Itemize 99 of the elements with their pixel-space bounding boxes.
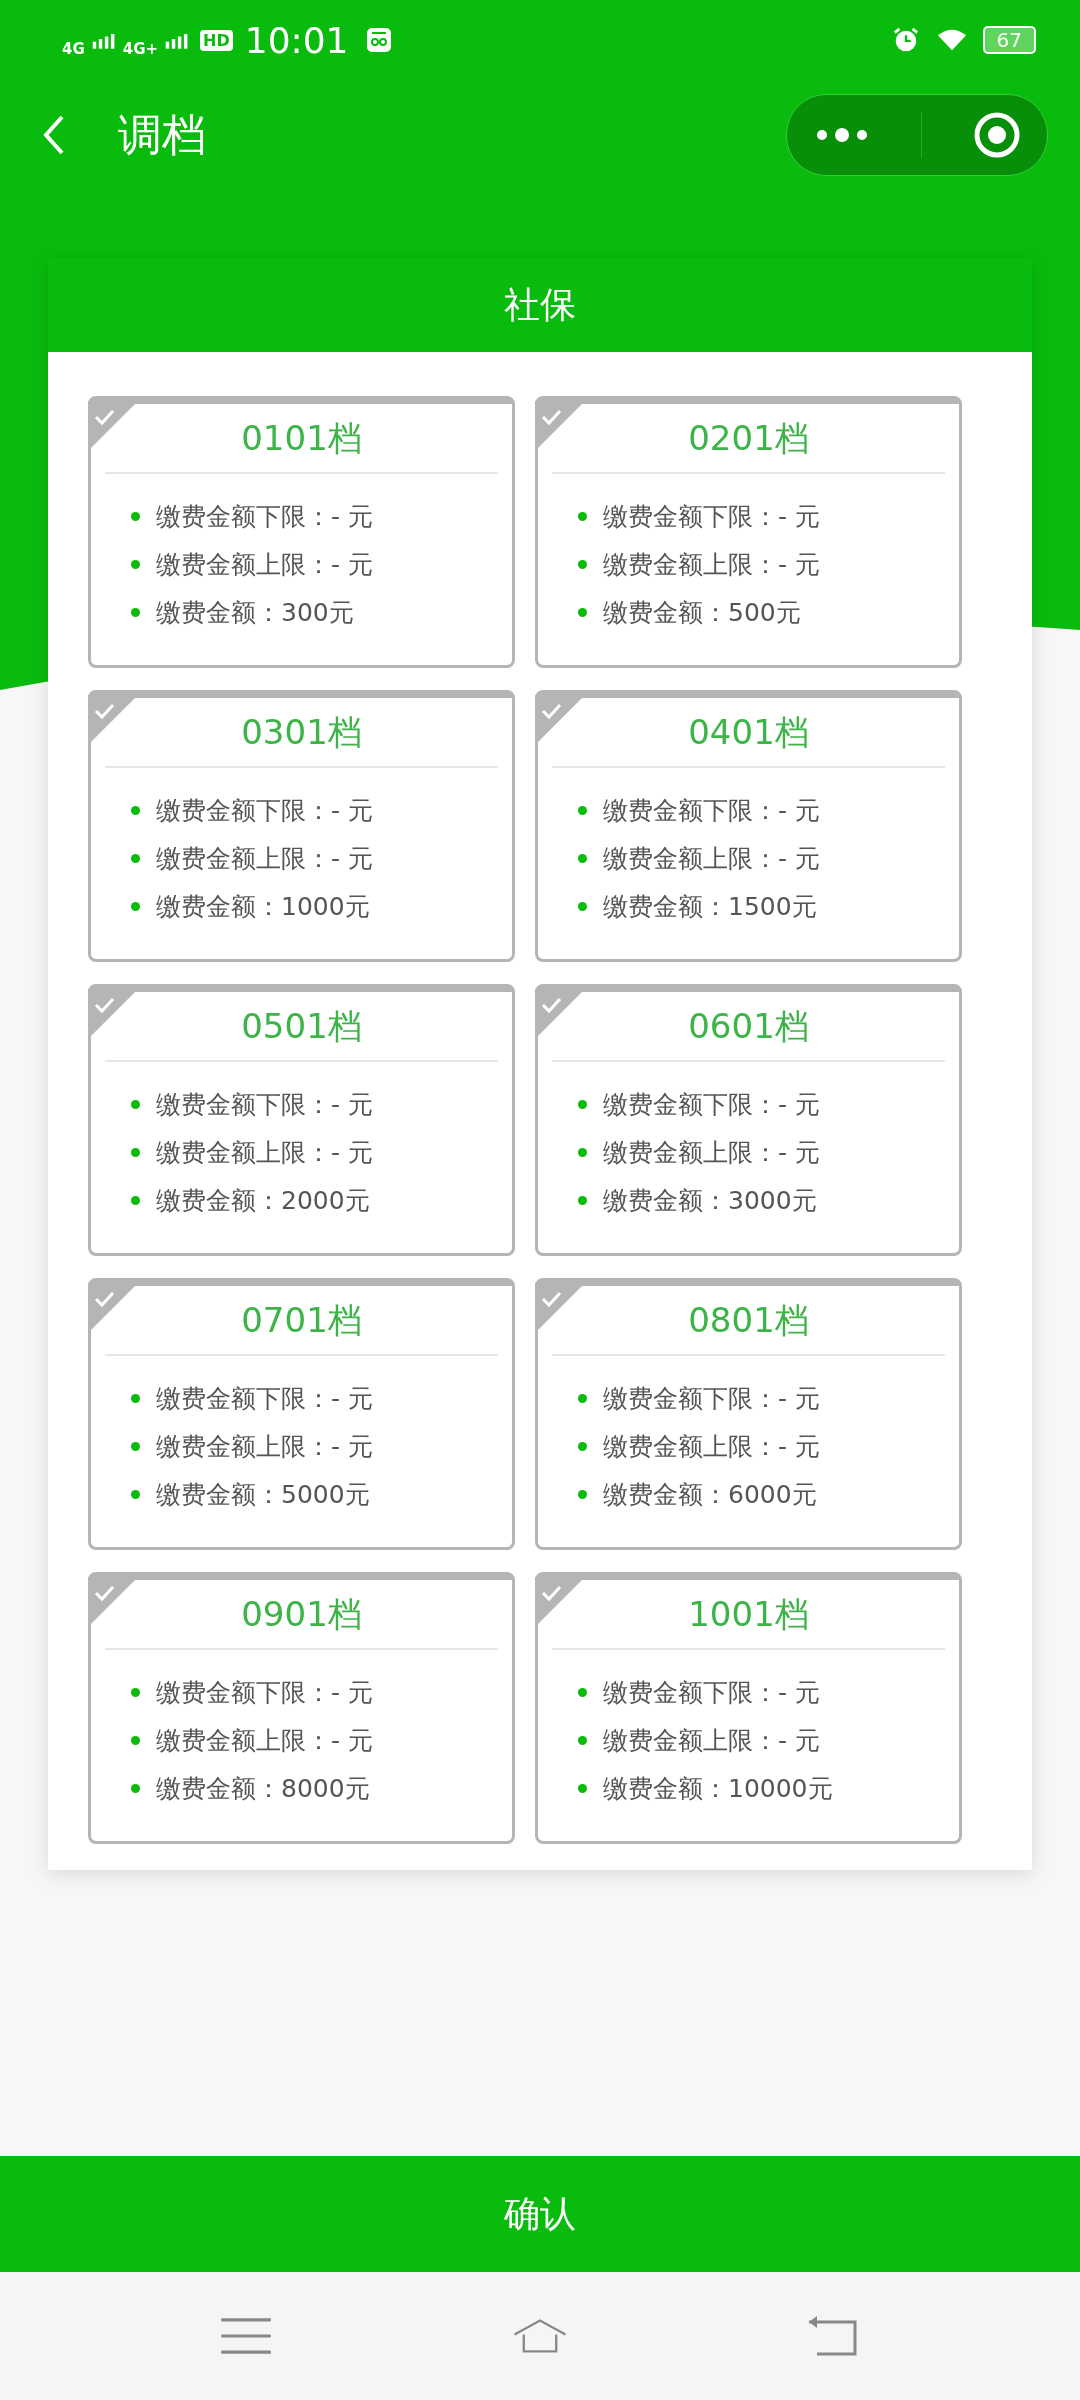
tier-name: 0501档 — [240, 1005, 363, 1048]
tier-detail: 缴费金额：5000元 — [156, 1478, 370, 1511]
tier-detail: 缴费金额：3000元 — [603, 1184, 817, 1217]
check-corner-icon — [88, 989, 138, 1039]
check-corner-icon — [535, 1577, 585, 1627]
bullet-icon — [578, 1195, 587, 1205]
tier-name: 0801档 — [687, 1299, 810, 1342]
tier-detail: 缴费金额下限：- 元 — [603, 794, 820, 827]
tier-detail: 缴费金额上限：- 元 — [156, 1136, 373, 1169]
bullet-icon — [131, 1393, 140, 1403]
bullet-icon — [131, 1489, 140, 1499]
bullet-icon — [578, 1687, 587, 1697]
tier-detail: 缴费金额下限：- 元 — [156, 1088, 373, 1121]
bullet-icon — [131, 1441, 140, 1451]
bullet-icon — [578, 1783, 587, 1793]
bullet-icon — [578, 511, 587, 521]
tier-card[interactable]: 0201档 缴费金额下限：- 元 缴费金额上限：- 元 缴费金额：500元 — [535, 396, 962, 668]
bullet-icon — [131, 559, 140, 569]
tier-detail: 缴费金额上限：- 元 — [156, 548, 373, 581]
tier-detail: 缴费金额：1500元 — [603, 890, 817, 923]
battery-indicator: 67 — [982, 26, 1036, 54]
bullet-icon — [131, 607, 140, 617]
tier-card[interactable]: 0101档 缴费金额下限：- 元 缴费金额上限：- 元 缴费金额：300元 — [88, 396, 515, 668]
hd-badge: HD — [200, 29, 233, 51]
bullet-icon — [131, 1687, 140, 1697]
check-corner-icon — [88, 401, 138, 451]
bullet-icon — [578, 805, 587, 815]
bullet-icon — [578, 853, 587, 863]
tier-detail: 缴费金额上限：- 元 — [156, 842, 373, 875]
bullet-icon — [578, 1489, 587, 1499]
tier-name: 0201档 — [687, 417, 810, 460]
bullet-icon — [578, 901, 587, 911]
network-label: 4G+ — [122, 39, 159, 58]
bullet-icon — [578, 559, 587, 569]
tier-detail: 缴费金额：2000元 — [156, 1184, 370, 1217]
bullet-icon — [131, 1099, 140, 1109]
tier-detail: 缴费金额下限：- 元 — [156, 1676, 373, 1709]
tier-detail: 缴费金额：10000元 — [603, 1772, 833, 1805]
bullet-icon — [578, 1147, 587, 1157]
back-icon[interactable] — [42, 113, 66, 157]
tier-name: 0401档 — [687, 711, 810, 754]
tier-detail: 缴费金额上限：- 元 — [603, 1724, 820, 1757]
tier-detail: 缴费金额上限：- 元 — [603, 548, 820, 581]
signal-icon — [90, 31, 117, 49]
check-corner-icon — [535, 695, 585, 745]
tier-detail: 缴费金额：300元 — [156, 596, 354, 629]
tier-detail: 缴费金额上限：- 元 — [603, 842, 820, 875]
tier-name: 0301档 — [240, 711, 363, 754]
bullet-icon — [578, 1441, 587, 1451]
bullet-icon — [578, 1099, 587, 1109]
tier-detail: 缴费金额下限：- 元 — [603, 500, 820, 533]
tier-detail: 缴费金额下限：- 元 — [156, 794, 373, 827]
tier-detail: 缴费金额上限：- 元 — [156, 1430, 373, 1463]
bullet-icon — [131, 1147, 140, 1157]
tier-detail: 缴费金额下限：- 元 — [156, 1382, 373, 1415]
bullet-icon — [131, 1783, 140, 1793]
check-corner-icon — [535, 989, 585, 1039]
tier-card[interactable]: 0401档 缴费金额下限：- 元 缴费金额上限：- 元 缴费金额：1500元 — [535, 690, 962, 962]
clock: 10:01 — [244, 19, 349, 61]
tier-detail: 缴费金额：6000元 — [603, 1478, 817, 1511]
bullet-icon — [578, 1735, 587, 1745]
tier-detail: 缴费金额下限：- 元 — [603, 1676, 820, 1709]
tier-detail: 缴费金额上限：- 元 — [603, 1136, 820, 1169]
check-corner-icon — [535, 401, 585, 451]
tier-detail: 缴费金额：500元 — [603, 596, 801, 629]
bullet-icon — [131, 511, 140, 521]
tier-detail: 缴费金额下限：- 元 — [603, 1382, 820, 1415]
bullet-icon — [578, 607, 587, 617]
tier-card[interactable]: 1001档 缴费金额下限：- 元 缴费金额上限：- 元 缴费金额：10000元 — [535, 1572, 962, 1844]
tier-name: 0101档 — [240, 417, 363, 460]
network-label: 4G — [62, 39, 85, 58]
bullet-icon — [578, 1393, 587, 1403]
check-corner-icon — [88, 695, 138, 745]
page-title: 调档 — [118, 107, 207, 162]
bullet-icon — [131, 901, 140, 911]
bullet-icon — [131, 853, 140, 863]
panel-title: 社保 — [504, 282, 576, 327]
tier-card[interactable]: 0801档 缴费金额下限：- 元 缴费金额上限：- 元 缴费金额：6000元 — [535, 1278, 962, 1550]
check-corner-icon — [88, 1577, 138, 1627]
tier-card[interactable]: 0901档 缴费金额下限：- 元 缴费金额上限：- 元 缴费金额：8000元 — [88, 1572, 515, 1844]
check-corner-icon — [535, 1283, 585, 1333]
bullet-icon — [131, 805, 140, 815]
bullet-icon — [131, 1195, 140, 1205]
bullet-icon — [131, 1735, 140, 1745]
tier-detail: 缴费金额上限：- 元 — [156, 1724, 373, 1757]
tier-card[interactable]: 0501档 缴费金额下限：- 元 缴费金额上限：- 元 缴费金额：2000元 — [88, 984, 515, 1256]
tier-card[interactable]: 0601档 缴费金额下限：- 元 缴费金额上限：- 元 缴费金额：3000元 — [535, 984, 962, 1256]
tier-detail: 缴费金额：8000元 — [156, 1772, 370, 1805]
tier-detail: 缴费金额下限：- 元 — [156, 500, 373, 533]
tier-card[interactable]: 0301档 缴费金额下限：- 元 缴费金额上限：- 元 缴费金额：1000元 — [88, 690, 515, 962]
tier-detail: 缴费金额：1000元 — [156, 890, 370, 923]
tier-name: 0701档 — [240, 1299, 363, 1342]
tier-name: 0901档 — [240, 1593, 363, 1636]
tier-detail: 缴费金额上限：- 元 — [603, 1430, 820, 1463]
tier-name: 0601档 — [687, 1005, 810, 1048]
tier-detail: 缴费金额下限：- 元 — [603, 1088, 820, 1121]
check-corner-icon — [88, 1283, 138, 1333]
tier-card[interactable]: 0701档 缴费金额下限：- 元 缴费金额上限：- 元 缴费金额：5000元 — [88, 1278, 515, 1550]
tier-name: 1001档 — [687, 1593, 810, 1636]
